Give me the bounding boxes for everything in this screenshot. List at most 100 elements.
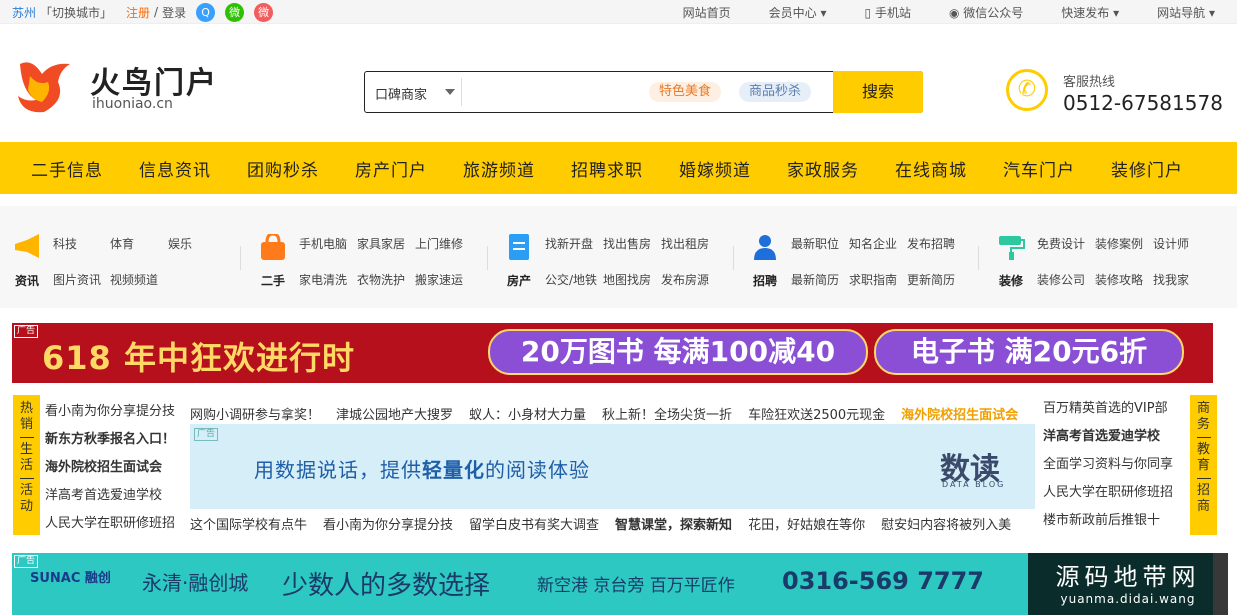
list-item[interactable]: 全面学习资料与你同享 — [1043, 451, 1173, 479]
list-item[interactable]: 慰安妇内容将被列入美 — [881, 514, 1011, 533]
quick-group-jobs: 招聘 最新职位 知名企业 发布招聘 最新简历 求职指南 更新简历 — [751, 206, 971, 308]
quick-link[interactable]: 衣物洗护 — [357, 271, 405, 288]
list-item[interactable]: 智慧课堂，探索新知 — [615, 514, 732, 533]
quick-link[interactable]: 家电清洗 — [299, 271, 347, 288]
watermark-url: yuanma.didai.wang — [1060, 592, 1196, 606]
quick-link[interactable]: 最新职位 — [791, 235, 839, 252]
list-item[interactable]: 百万精英首选的VIP部 — [1043, 395, 1173, 423]
list-item[interactable]: 楼市新政前后推银十 — [1043, 507, 1173, 535]
nav-item-auto[interactable]: 汽车门户 — [1003, 156, 1075, 181]
site-nav-link[interactable]: 网站导航 ▾ — [1157, 4, 1215, 21]
nav-item-travel[interactable]: 旅游频道 — [463, 156, 535, 181]
quick-link[interactable]: 图片资讯 — [53, 271, 101, 288]
quick-link[interactable]: 知名企业 — [849, 235, 897, 252]
list-item[interactable]: 洋高考首选爱迪学校 — [45, 482, 175, 510]
quick-group-house: 房产 找新开盘 找出售房 找出租房 公交/地铁 地图找房 发布房源 — [505, 206, 725, 308]
list-item[interactable]: 海外院校招生面试会 — [45, 454, 175, 482]
side-tab-life[interactable]: 生活 — [20, 442, 34, 474]
quick-link[interactable]: 装修攻略 — [1095, 271, 1143, 288]
nav-item-jobs[interactable]: 招聘求职 — [571, 156, 643, 181]
quick-link[interactable]: 装修案例 — [1095, 235, 1143, 252]
list-item[interactable]: 这个国际学校有点牛 — [190, 514, 307, 533]
quick-link[interactable]: 科技 — [53, 235, 77, 252]
hot-tag-food[interactable]: 特色美食 — [649, 82, 722, 102]
nav-item-house[interactable]: 房产门户 — [355, 156, 427, 181]
quick-link[interactable]: 地图找房 — [603, 271, 651, 288]
home-link[interactable]: 网站首页 — [683, 4, 731, 21]
quick-link[interactable]: 体育 — [110, 235, 134, 252]
nav-item-secondhand[interactable]: 二手信息 — [31, 156, 103, 181]
quick-link[interactable]: 视频频道 — [110, 271, 158, 288]
quick-link[interactable]: 找我家 — [1153, 271, 1189, 288]
ad-banner-618[interactable]: 广告 618 年中狂欢进行时 20万图书 每满100减40 电子书 满20元6折 — [12, 323, 1213, 383]
nav-item-news[interactable]: 信息资讯 — [139, 156, 211, 181]
list-item[interactable]: 秋上新！全场尖货一折 — [602, 404, 732, 423]
quick-link[interactable]: 手机电脑 — [299, 235, 347, 252]
hot-tag-flash-sale[interactable]: 商品秒杀 — [739, 82, 812, 102]
nav-item-decoration[interactable]: 装修门户 — [1111, 156, 1183, 181]
qq-icon[interactable]: Q — [196, 2, 216, 22]
quick-link[interactable]: 更新简历 — [907, 271, 955, 288]
search-category-select[interactable]: 口碑商家 — [375, 84, 427, 103]
top-bar: 苏州 「切换城市」 注册 / 登录 Q 微 微 网站首页 会员中心 ▾ ▯ 手机… — [0, 0, 1237, 24]
ad-data-blog[interactable]: 广告 用数据说话，提供轻量化的阅读体验 数读 DATA BLOG — [190, 424, 1035, 509]
side-tabs-right: 商务 教育 招商 — [1190, 395, 1217, 535]
quick-link[interactable]: 装修公司 — [1037, 271, 1085, 288]
nav-item-wedding[interactable]: 婚嫁频道 — [679, 156, 751, 181]
quick-link[interactable]: 发布房源 — [661, 271, 709, 288]
wechat-account-link[interactable]: ◉ 微信公众号 — [949, 4, 1023, 21]
weibo-icon[interactable]: 微 — [254, 2, 274, 22]
side-tab-event[interactable]: 活动 — [20, 483, 34, 515]
list-item[interactable]: 人民大学在职研修班招 — [1043, 479, 1173, 507]
register-link[interactable]: 注册 — [126, 4, 150, 21]
search-box: 口碑商家 特色美食 商品秒杀 搜索 — [364, 71, 923, 113]
quick-group-name: 招聘 — [752, 274, 777, 288]
quick-link[interactable]: 求职指南 — [849, 271, 897, 288]
ad-brand-sub: DATA BLOG — [942, 480, 1006, 489]
login-link[interactable]: 登录 — [162, 4, 186, 21]
quick-link[interactable]: 免费设计 — [1037, 235, 1085, 252]
list-item[interactable]: 洋高考首选爱迪学校 — [1043, 423, 1173, 451]
side-tab-education[interactable]: 教育 — [1197, 442, 1211, 474]
list-item[interactable]: 留学白皮书有奖大调查 — [469, 514, 599, 533]
phone-icon: ✆ — [1006, 69, 1048, 111]
list-item[interactable]: 海外院校招生面试会 — [901, 404, 1018, 423]
wechat-icon[interactable]: 微 — [225, 2, 245, 22]
quick-link[interactable]: 找出售房 — [603, 235, 651, 252]
list-item[interactable]: 新东方秋季报名入口！ — [45, 426, 175, 454]
list-item[interactable]: 网购小调研参与拿奖！ — [190, 404, 320, 423]
quick-group-name: 房产 — [506, 274, 531, 288]
logo-domain: ihuoniao.cn — [92, 96, 173, 112]
chevron-down-icon[interactable] — [445, 89, 455, 95]
nav-item-mall[interactable]: 在线商城 — [895, 156, 967, 181]
quick-link[interactable]: 家具家居 — [357, 235, 405, 252]
list-item[interactable]: 津城公园地产大搜罗 — [336, 404, 453, 423]
quick-link[interactable]: 搬家速运 — [415, 271, 463, 288]
quick-link[interactable]: 上门维修 — [415, 235, 463, 252]
list-item[interactable]: 人民大学在职研修班招 — [45, 510, 175, 538]
hotline-label: 客服热线 — [1063, 75, 1116, 90]
side-tab-investment[interactable]: 招商 — [1197, 483, 1211, 515]
list-item[interactable]: 看小南为你分享提分技 — [323, 514, 453, 533]
nav-item-homeservice[interactable]: 家政服务 — [787, 156, 859, 181]
quick-link[interactable]: 娱乐 — [168, 235, 192, 252]
side-tab-business[interactable]: 商务 — [1197, 395, 1211, 433]
list-item[interactable]: 车险狂欢送2500元现金 — [748, 404, 885, 423]
quick-post-link[interactable]: 快速发布 ▾ — [1061, 4, 1119, 21]
quick-link[interactable]: 设计师 — [1153, 235, 1189, 252]
list-item[interactable]: 蚁人：小身材大力量 — [469, 404, 586, 423]
nav-item-groupbuy[interactable]: 团购秒杀 — [247, 156, 319, 181]
list-item[interactable]: 看小南为你分享提分技 — [45, 398, 175, 426]
quick-link[interactable]: 找出租房 — [661, 235, 709, 252]
member-center-link[interactable]: 会员中心 ▾ — [769, 4, 827, 21]
quick-link[interactable]: 公交/地铁 — [545, 271, 597, 288]
side-tab-hot[interactable]: 热销 — [20, 395, 34, 433]
quick-link[interactable]: 发布招聘 — [907, 235, 955, 252]
quick-link[interactable]: 找新开盘 — [545, 235, 593, 252]
quick-link[interactable]: 最新简历 — [791, 271, 839, 288]
search-button[interactable]: 搜索 — [833, 71, 923, 113]
mobile-site-link[interactable]: ▯ 手机站 — [865, 4, 911, 21]
logo[interactable]: 火鸟门户 ihuoniao.cn — [12, 56, 232, 116]
list-item[interactable]: 花田，好姑娘在等你 — [748, 514, 865, 533]
switch-city-link[interactable]: 「切换城市」 — [40, 4, 112, 21]
